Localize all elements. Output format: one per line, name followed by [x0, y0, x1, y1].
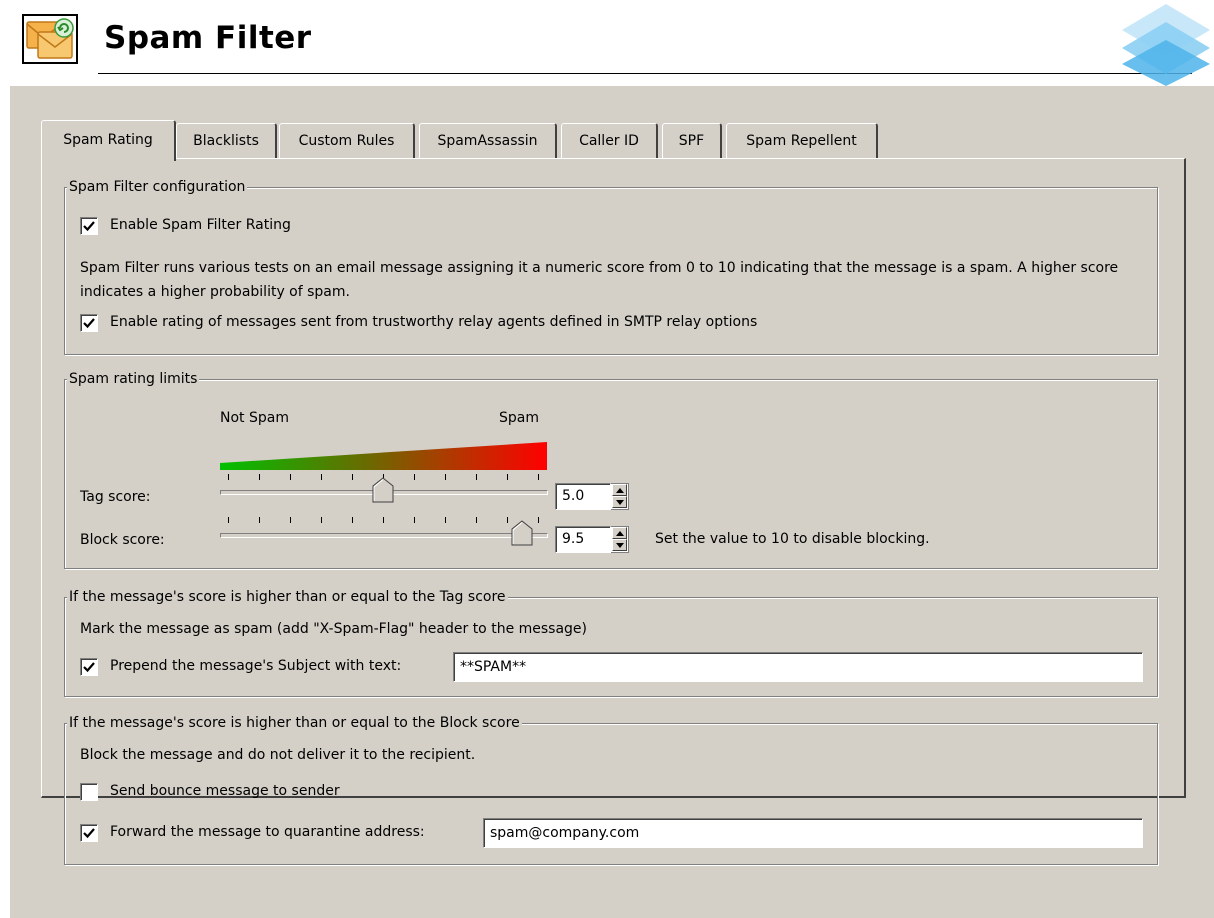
prepend-subject-label: Prepend the message's Subject with text:: [110, 658, 402, 674]
tab-spamassassin[interactable]: SpamAssassin: [419, 123, 557, 159]
prepend-subject-checkbox[interactable]: [80, 658, 98, 676]
block-score-slider-thumb[interactable]: [511, 520, 533, 546]
tag-score-label: Tag score:: [80, 489, 151, 505]
block-score-value[interactable]: 9.5: [555, 526, 611, 553]
block-score-spinbox[interactable]: 9.5: [555, 526, 631, 553]
group-tag-score-action: If the message's score is higher than or…: [64, 587, 1158, 697]
not-spam-label: Not Spam: [220, 410, 289, 426]
block-score-hint: Set the value to 10 to disable blocking.: [655, 531, 930, 547]
spam-label: Spam: [499, 410, 539, 426]
mark-as-spam-text: Mark the message as spam (add "X-Spam-Fl…: [80, 621, 588, 637]
header-divider: [98, 73, 1192, 74]
group-legend: Spam Filter configuration: [67, 177, 248, 197]
tab-spam-rating[interactable]: Spam Rating: [41, 120, 176, 161]
header: Spam Filter: [0, 0, 1214, 90]
tag-score-spinbox[interactable]: 5.0: [555, 483, 631, 510]
forward-quarantine-label: Forward the message to quarantine addres…: [110, 824, 425, 840]
quarantine-address-field[interactable]: spam@company.com: [483, 818, 1143, 848]
spin-down-icon[interactable]: [612, 496, 627, 508]
enable-rating-label: Enable Spam Filter Rating: [110, 217, 291, 233]
brand-logo: [1118, 0, 1214, 86]
tag-score-slider-thumb[interactable]: [372, 477, 394, 503]
spin-down-icon[interactable]: [612, 539, 627, 551]
tab-blacklists[interactable]: Blacklists: [176, 123, 277, 159]
tab-panel-spam-rating: Spam Filter configuration Enable Spam Fi…: [41, 158, 1186, 865]
group-legend: Spam rating limits: [67, 369, 200, 389]
block-score-slider[interactable]: [220, 515, 548, 546]
enable-relay-rating-label: Enable rating of messages sent from trus…: [110, 314, 758, 330]
tab-custom-rules[interactable]: Custom Rules: [279, 123, 415, 159]
forward-quarantine-checkbox[interactable]: [80, 824, 98, 842]
spam-filter-description: Spam Filter runs various tests on an ema…: [80, 260, 1119, 300]
enable-relay-rating-checkbox[interactable]: [80, 314, 98, 332]
page-title: Spam Filter: [104, 20, 312, 56]
spam-score-gradient: [220, 442, 547, 470]
spam-filter-envelope-icon: [20, 12, 80, 66]
group-legend: If the message's score is higher than or…: [67, 713, 522, 733]
block-score-label: Block score:: [80, 532, 165, 548]
group-spam-rating-limits: Spam rating limits Not Spam Spam Tag sco…: [64, 369, 1158, 569]
tab-spam-repellent[interactable]: Spam Repellent: [726, 123, 878, 159]
send-bounce-checkbox[interactable]: [80, 783, 98, 801]
send-bounce-label: Send bounce message to sender: [110, 783, 340, 799]
enable-rating-checkbox[interactable]: [80, 217, 98, 235]
tag-score-slider[interactable]: [220, 472, 548, 503]
prepend-subject-text-field[interactable]: **SPAM**: [453, 652, 1143, 682]
spin-up-icon[interactable]: [612, 484, 627, 496]
tab-spf[interactable]: SPF: [662, 123, 722, 159]
group-spam-filter-configuration: Spam Filter configuration Enable Spam Fi…: [64, 177, 1158, 355]
block-message-text: Block the message and do not deliver it …: [80, 747, 476, 763]
spin-up-icon[interactable]: [612, 527, 627, 539]
tag-score-value[interactable]: 5.0: [555, 483, 611, 510]
group-block-score-action: If the message's score is higher than or…: [64, 713, 1158, 865]
tab-caller-id[interactable]: Caller ID: [561, 123, 658, 159]
group-legend: If the message's score is higher than or…: [67, 587, 508, 607]
